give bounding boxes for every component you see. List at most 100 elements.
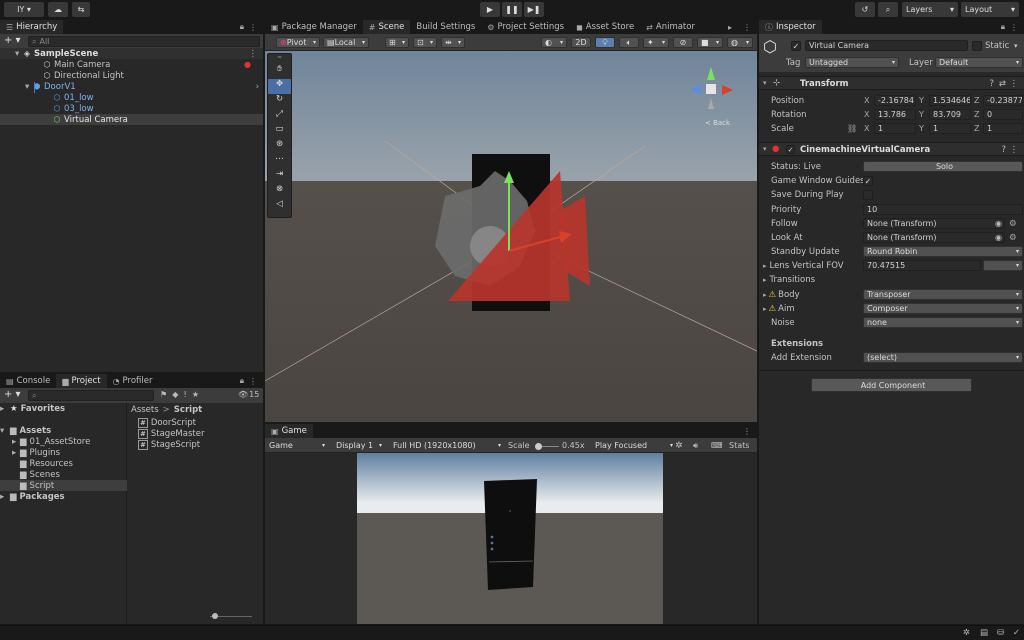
expand-arrow-icon[interactable]: ▾ [0, 49, 22, 59]
scale-tool-icon[interactable]: ⤢ [268, 109, 291, 124]
favorite-icon[interactable]: ★ [192, 390, 199, 399]
tree-item-packages[interactable]: ▸ ▆ Packages [0, 491, 127, 502]
cache-icon[interactable]: ⛁ [997, 628, 1004, 638]
scale-slider-thumb[interactable] [535, 443, 542, 450]
position-z-input[interactable]: -0.23877 [983, 95, 1023, 106]
rotation-x-input[interactable]: 13.786 [874, 109, 916, 120]
camera-dropdown[interactable]: ■ ▾ [697, 37, 723, 48]
custom-tool-c-icon[interactable]: ⊗ [268, 184, 291, 199]
tree-item-script[interactable]: ▆ Script [0, 480, 127, 491]
tree-item-favorites[interactable]: ▸ ★ Favorites [0, 403, 127, 414]
pause-button[interactable]: ❚❚ [502, 2, 522, 17]
add-button[interactable]: + ▾ [4, 35, 24, 47]
kebab-menu-icon[interactable]: ⋮ [743, 23, 751, 32]
lock-icon[interactable]: 🔒︎ [1001, 22, 1005, 32]
project-search-input[interactable]: ⌕ [28, 390, 154, 401]
hidden-count[interactable]: 👁︎ 15 [238, 390, 259, 399]
tree-item-scene[interactable]: ▾ ◈ SampleScene ⋮ [0, 48, 263, 59]
transitions-row[interactable]: ▸ Transitions [763, 274, 815, 285]
label-filter-icon[interactable]: ◆ [172, 390, 178, 399]
create-button[interactable]: + ▾ [4, 389, 21, 401]
component-enabled-checkbox[interactable]: ✓ [786, 145, 795, 154]
body-dropdown[interactable]: Transposer ▾ [863, 289, 1023, 300]
gizmos-dropdown[interactable]: ◍ ▾ [727, 37, 753, 48]
kebab-menu-icon[interactable]: ⋮ [249, 377, 257, 386]
lens-preset-dropdown[interactable]: ▾ [983, 260, 1023, 271]
priority-input[interactable]: 10 [863, 204, 1023, 215]
transform-tool-icon[interactable]: ⊛ [268, 139, 291, 154]
tree-item-assets[interactable]: ▾ ▆ Assets [0, 425, 127, 436]
step-button[interactable]: ▶❚ [524, 2, 544, 17]
play-button[interactable]: ▶ [480, 2, 500, 17]
cloud-icon[interactable]: ☁ [48, 2, 68, 17]
layout-dropdown[interactable]: Layout ▾ [961, 2, 1019, 17]
account-dropdown[interactable]: IY ▾ [4, 2, 44, 17]
pivot-dropdown[interactable]: ⊕ Pivot ▾ [276, 37, 320, 48]
check-icon[interactable]: ✓ [1013, 628, 1020, 638]
effects-dropdown[interactable]: ✦ ▾ [643, 37, 669, 48]
add-component-button[interactable]: Add Component [811, 378, 972, 392]
preset-icon[interactable]: ⇄ [999, 79, 1006, 89]
audio-toggle[interactable]: 🔈︎ [619, 37, 639, 48]
layers-dropdown[interactable]: Layers ▾ [902, 2, 958, 17]
warning-filter-icon[interactable]: ! [184, 390, 187, 399]
constrain-proportions-icon[interactable]: ⛓ [847, 123, 857, 134]
breadcrumb-assets[interactable]: Assets [131, 405, 159, 415]
lens-row[interactable]: ▸ Lens Vertical FOV [763, 260, 844, 271]
tab-hierarchy[interactable]: ☰ Hierarchy [0, 20, 64, 34]
snap-increment-button[interactable]: ⊡ ▾ [413, 37, 437, 48]
play-focus-dropdown[interactable]: Play Focused ▾ [592, 440, 676, 451]
scale-y-input[interactable]: 1 [929, 123, 971, 134]
kebab-menu-icon[interactable]: ⋮ [249, 23, 257, 32]
file-item-doorscript[interactable]: # DoorScript [138, 417, 196, 428]
transform-header[interactable]: ▾ ⊹ Transform ? ⇄ ⋮ [759, 76, 1024, 90]
kebab-menu-icon[interactable]: ⋮ [1010, 23, 1018, 32]
tree-item-scenes[interactable]: ▆ Scenes [0, 469, 127, 480]
layer-dropdown[interactable]: Default ▾ [935, 57, 1023, 68]
gear-icon[interactable]: ⚙ [1009, 218, 1017, 229]
align-button[interactable]: ⇹ ▾ [441, 37, 465, 48]
chevron-right-icon[interactable]: ▸ [728, 23, 732, 32]
body-row[interactable]: ▸ ⚠ Body [763, 289, 800, 300]
collab-icon[interactable]: ⇆ [72, 2, 90, 17]
tag-dropdown[interactable]: Untagged ▾ [805, 57, 899, 68]
custom-tool-a-icon[interactable]: ⋯ [268, 154, 291, 169]
mute-audio-icon[interactable]: 🔊︎ [693, 440, 698, 451]
position-y-input[interactable]: 1.534646 [929, 95, 971, 106]
game-window-guides-checkbox[interactable]: ✓ [863, 176, 873, 186]
gizmo-back-label[interactable]: < Back [705, 119, 730, 127]
rect-tool-icon[interactable]: ▭ [268, 124, 291, 139]
lock-icon[interactable]: 🔒︎ [240, 22, 244, 32]
kebab-menu-icon[interactable]: ⋮ [1010, 79, 1019, 89]
breadcrumb-script[interactable]: Script [174, 405, 202, 415]
tab-console[interactable]: ▤ Console [0, 374, 56, 388]
help-icon[interactable]: ? [1001, 145, 1006, 155]
gear-icon[interactable]: ⚙ [1009, 232, 1017, 243]
display-dropdown[interactable]: Display 1 ▾ [333, 440, 385, 451]
tab-profiler[interactable]: ◔ Profiler [107, 374, 159, 388]
move-tool-icon[interactable]: ✥ [268, 79, 291, 94]
tree-item-directional-light[interactable]: ⬡ Directional Light [0, 70, 263, 81]
help-icon[interactable]: ? [989, 79, 994, 89]
gizmo-center[interactable] [706, 84, 716, 94]
follow-object-field[interactable]: None (Transform) ◉ [863, 218, 1005, 229]
grid-snap-button[interactable]: ⊞ ▾ [385, 37, 409, 48]
scale-z-input[interactable]: 1 [983, 123, 1023, 134]
look-at-object-field[interactable]: None (Transform) ◉ [863, 232, 1005, 243]
icon-size-slider-thumb[interactable] [212, 613, 218, 619]
position-x-input[interactable]: -2.16784 [874, 95, 916, 106]
tree-item-virtual-camera[interactable]: ⬡ Virtual Camera [0, 114, 263, 125]
game-mode-dropdown[interactable]: Game ▾ [266, 440, 328, 451]
2d-toggle[interactable]: 2D [571, 37, 591, 48]
stats-button[interactable]: Stats [729, 440, 749, 451]
tab-animator[interactable]: ⇄ Animator [640, 20, 701, 34]
hand-tool-icon[interactable]: ✋︎ [268, 64, 291, 79]
history-icon[interactable]: ↺ [855, 2, 875, 17]
kebab-menu-icon[interactable]: ⋮ [249, 49, 258, 59]
object-picker-icon[interactable]: ◉ [995, 233, 1002, 242]
game-viewport[interactable] [357, 453, 663, 624]
rotate-tool-icon[interactable]: ↻ [268, 94, 291, 109]
custom-tool-b-icon[interactable]: ⇥ [268, 169, 291, 184]
tree-item-main-camera[interactable]: ⬡ Main Camera ● [0, 59, 263, 70]
tab-inspector[interactable]: ⓘ Inspector [759, 20, 822, 34]
